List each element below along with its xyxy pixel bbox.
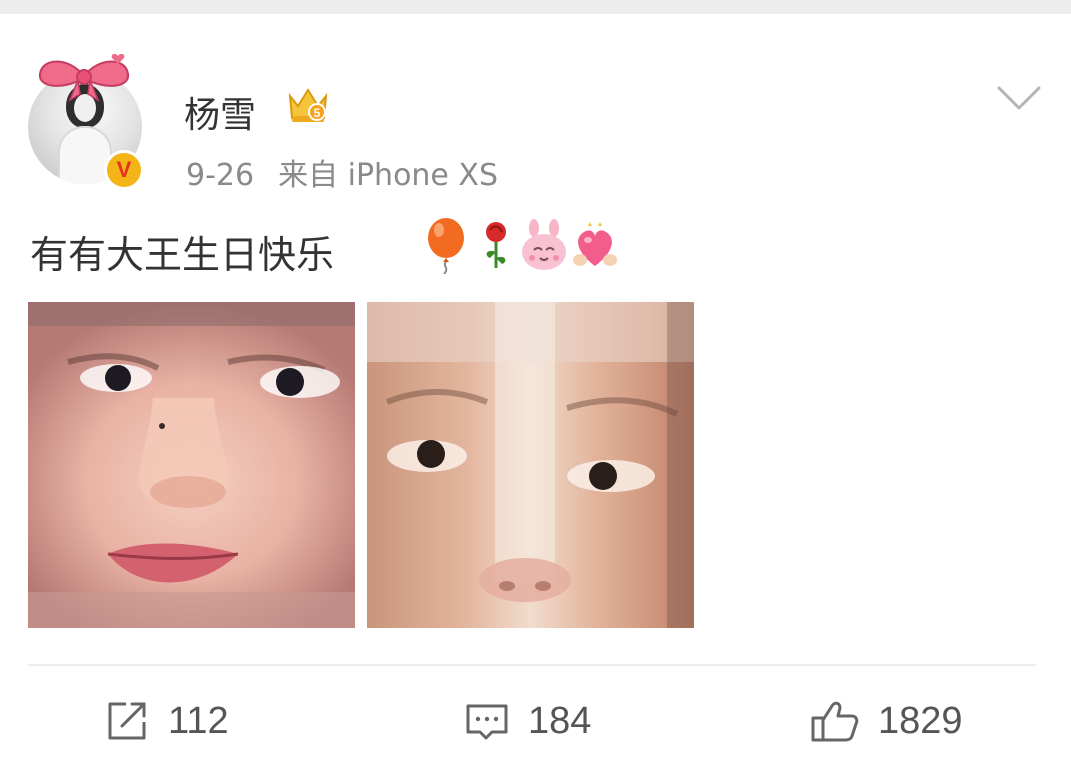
repost-icon — [108, 702, 146, 740]
top-separator — [0, 0, 1071, 14]
heart-hands-icon — [572, 218, 618, 278]
like-button[interactable]: 1829 — [810, 696, 963, 746]
weibo-post-card: V 杨雪 5 9-26 来自 iPhone XS 有有大王生日快乐 112 18… — [0, 14, 1071, 757]
post-photo-1[interactable] — [28, 302, 355, 628]
face-photo-2 — [367, 302, 694, 628]
pink-bow-icon — [38, 53, 130, 102]
svip-crown-icon[interactable]: 5 — [286, 82, 330, 126]
repost-count: 112 — [168, 699, 229, 742]
comment-icon — [466, 704, 508, 740]
chevron-down-icon[interactable] — [996, 84, 1042, 112]
divider — [28, 664, 1036, 666]
face-photo-1 — [28, 302, 355, 628]
verified-badge: V — [104, 150, 144, 190]
svg-text:5: 5 — [314, 106, 321, 120]
post-date: 9-26 — [186, 158, 255, 193]
post-photo-2[interactable] — [367, 302, 694, 628]
post-text: 有有大王生日快乐 — [30, 233, 335, 277]
balloon-icon — [424, 218, 468, 278]
comment-count: 184 — [528, 699, 592, 742]
post-meta: 9-26 来自 iPhone XS — [186, 150, 498, 194]
thumbs-up-icon — [811, 701, 859, 742]
emoji-row — [424, 218, 624, 275]
rose-icon — [478, 218, 514, 278]
comment-button[interactable]: 184 — [464, 696, 591, 746]
username[interactable]: 杨雪 — [184, 86, 256, 138]
pink-bunny-icon — [520, 218, 568, 278]
repost-button[interactable]: 112 — [104, 696, 229, 746]
like-count: 1829 — [878, 699, 963, 742]
post-source: 来自 iPhone XS — [278, 158, 499, 193]
